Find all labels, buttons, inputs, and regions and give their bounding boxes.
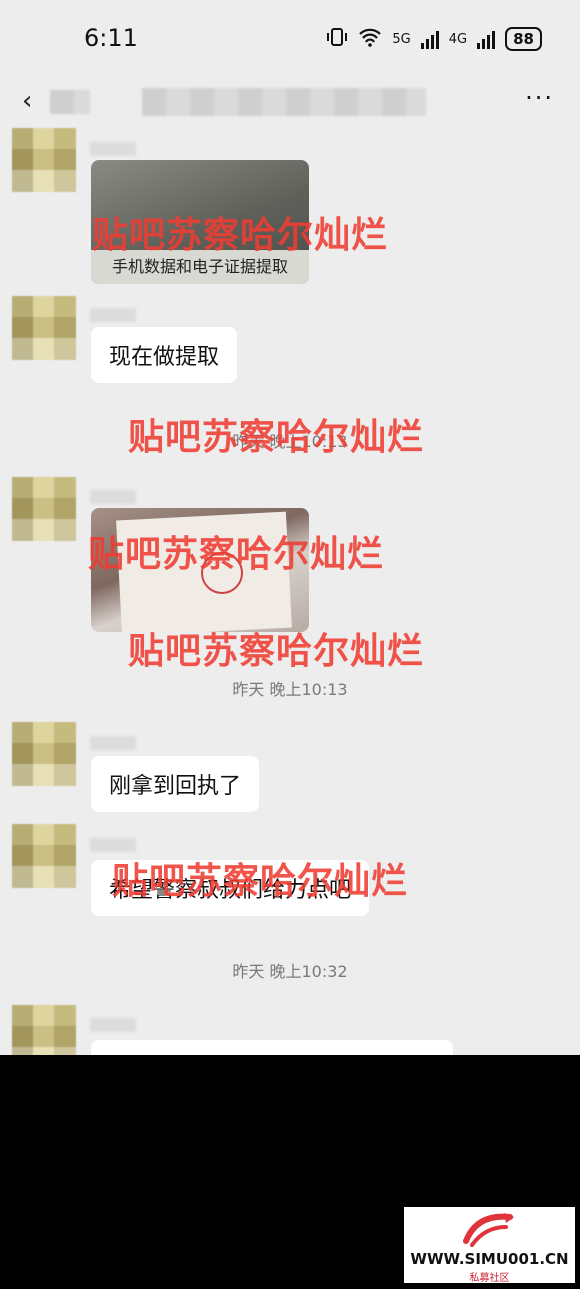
- back-icon[interactable]: ‹: [22, 86, 32, 116]
- watermark: 贴吧苏察哈尔灿烂: [128, 417, 425, 458]
- signal-bars-icon: [420, 29, 439, 49]
- message-bubble[interactable]: 刚拿到回执了: [91, 756, 260, 812]
- sender-name-redacted: [90, 1018, 136, 1032]
- status-time: 6:11: [84, 24, 138, 52]
- chat-screen: 6:11 5G 4G 88 ‹ ··· 手机数据和电子证据提取 现在做提取 昨天…: [0, 0, 580, 1055]
- logo-url-text: WWW.SIMU001.CN: [410, 1250, 569, 1268]
- logo-mark-icon: [460, 1211, 516, 1249]
- signal-5g-label: 5G: [392, 31, 411, 47]
- signal-4g-label: 4G: [448, 31, 468, 47]
- logo-subtitle: 私募社区: [469, 1273, 510, 1284]
- watermark: 贴吧苏察哈尔灿烂: [92, 215, 389, 256]
- sender-name-redacted: [90, 142, 136, 156]
- avatar[interactable]: [12, 128, 76, 192]
- sender-name-redacted: [90, 490, 136, 504]
- sender-name-redacted: [90, 838, 136, 852]
- watermark: 贴吧苏察哈尔灿烂: [128, 631, 425, 672]
- avatar[interactable]: [12, 824, 76, 888]
- avatar[interactable]: [12, 477, 76, 541]
- status-icons: 5G 4G 88: [326, 26, 542, 52]
- watermark: 贴吧苏察哈尔灿烂: [112, 861, 409, 902]
- message-timestamp: 昨天 晚上10:32: [232, 962, 348, 981]
- more-options-icon[interactable]: ···: [525, 84, 554, 112]
- wifi-icon: [358, 27, 382, 51]
- signal-bars-icon: [477, 29, 496, 49]
- message-bubble-partial[interactable]: [91, 1040, 453, 1055]
- status-bar: 6:11 5G 4G 88: [0, 0, 580, 70]
- message-bubble[interactable]: 现在做提取: [91, 327, 238, 383]
- vibrate-icon: [326, 26, 348, 52]
- chat-title-redacted: [50, 90, 90, 114]
- chat-header: ‹ ···: [0, 72, 580, 132]
- battery-indicator: 88: [505, 27, 542, 51]
- sender-name-redacted: [90, 308, 136, 322]
- sender-name-redacted: [90, 736, 136, 750]
- avatar[interactable]: [12, 1005, 76, 1055]
- avatar[interactable]: [12, 296, 76, 360]
- chat-title-redacted: [142, 88, 426, 116]
- site-logo: WWW.SIMU001.CN 私募社区: [404, 1207, 575, 1284]
- avatar[interactable]: [12, 722, 76, 786]
- watermark: 贴吧苏察哈尔灿烂: [88, 534, 385, 575]
- message-timestamp: 昨天 晚上10:13: [232, 680, 348, 699]
